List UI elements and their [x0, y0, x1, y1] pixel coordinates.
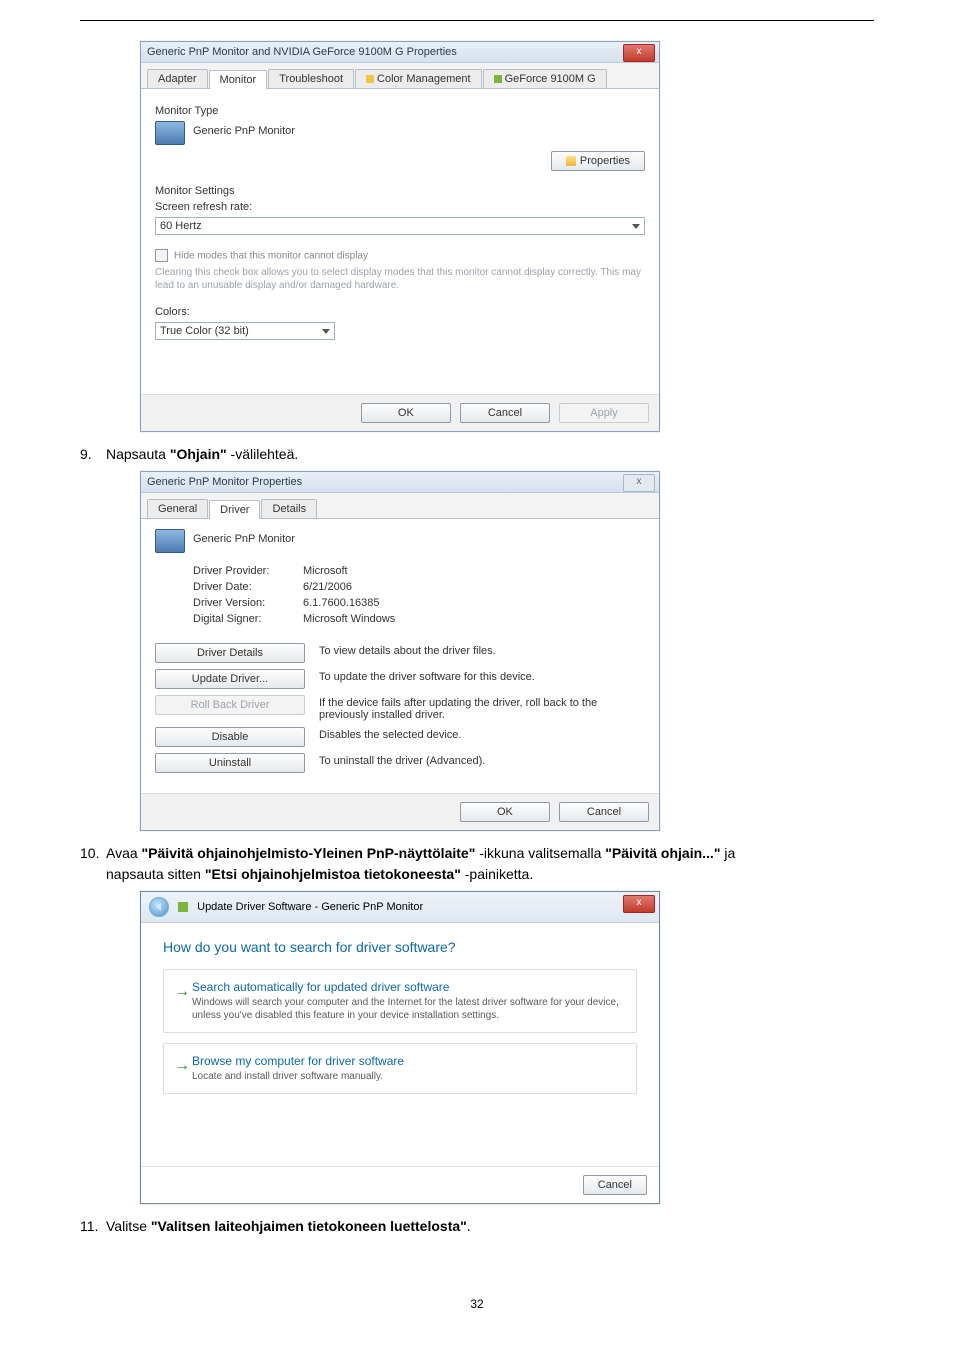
dialog-title: Generic PnP Monitor Properties	[147, 476, 302, 488]
chevron-down-icon	[322, 329, 330, 334]
colors-select[interactable]: True Color (32 bit)	[155, 322, 335, 340]
wizard-heading: How do you want to search for driver sof…	[163, 939, 637, 955]
cancel-button[interactable]: Cancel	[559, 802, 649, 822]
close-icon[interactable]: x	[623, 895, 655, 913]
arrow-icon: →	[174, 1057, 190, 1075]
close-icon[interactable]: x	[623, 474, 655, 492]
step-number: 9.	[80, 444, 106, 465]
cancel-button[interactable]: Cancel	[460, 403, 550, 423]
update-driver-wizard: Update Driver Software - Generic PnP Mon…	[140, 891, 660, 1204]
page-number: 32	[80, 1297, 874, 1311]
tab-details[interactable]: Details	[261, 499, 317, 518]
hide-modes-checkbox[interactable]	[155, 249, 168, 262]
tab-monitor[interactable]: Monitor	[209, 70, 268, 89]
tab-geforce[interactable]: GeForce 9100M G	[483, 69, 607, 88]
close-icon[interactable]: x	[623, 44, 655, 62]
dialog-title: Generic PnP Monitor and NVIDIA GeForce 9…	[147, 46, 457, 58]
refresh-rate-select[interactable]: 60 Hertz	[155, 217, 645, 235]
monitor-type-label: Monitor Type	[155, 105, 645, 117]
shield-icon	[566, 156, 576, 166]
chevron-down-icon	[632, 224, 640, 229]
wizard-titlebar: Update Driver Software - Generic PnP Mon…	[141, 892, 659, 923]
hide-modes-desc: Clearing this check box allows you to se…	[155, 266, 645, 292]
monitor-name: Generic PnP Monitor	[193, 529, 645, 545]
tab-color-management[interactable]: Color Management	[355, 69, 482, 88]
uninstall-button[interactable]: Uninstall	[155, 753, 305, 773]
option-search-automatically[interactable]: → Search automatically for updated drive…	[163, 969, 637, 1033]
disable-button[interactable]: Disable	[155, 727, 305, 747]
option-browse-computer[interactable]: → Browse my computer for driver software…	[163, 1043, 637, 1094]
tab-troubleshoot[interactable]: Troubleshoot	[268, 69, 354, 88]
apply-button[interactable]: Apply	[559, 403, 649, 423]
refresh-rate-label: Screen refresh rate:	[155, 201, 645, 213]
driver-properties-dialog: Generic PnP Monitor Properties x General…	[140, 471, 660, 831]
update-driver-button[interactable]: Update Driver...	[155, 669, 305, 689]
cancel-button[interactable]: Cancel	[583, 1175, 647, 1195]
arrow-icon: →	[174, 983, 190, 1001]
monitor-properties-dialog: Generic PnP Monitor and NVIDIA GeForce 9…	[140, 41, 660, 432]
dialog-titlebar: Generic PnP Monitor Properties x	[141, 472, 659, 493]
ok-button[interactable]: OK	[460, 802, 550, 822]
dialog-titlebar: Generic PnP Monitor and NVIDIA GeForce 9…	[141, 42, 659, 63]
colors-label: Colors:	[155, 306, 645, 318]
monitor-settings-label: Monitor Settings	[155, 185, 645, 197]
monitor-name: Generic PnP Monitor	[193, 121, 645, 137]
step-number: 11.	[80, 1216, 106, 1237]
hide-modes-label: Hide modes that this monitor cannot disp…	[174, 250, 368, 261]
wizard-title: Update Driver Software - Generic PnP Mon…	[197, 901, 423, 913]
driver-details-button[interactable]: Driver Details	[155, 643, 305, 663]
tab-adapter[interactable]: Adapter	[147, 69, 208, 88]
roll-back-driver-button[interactable]: Roll Back Driver	[155, 695, 305, 715]
ok-button[interactable]: OK	[361, 403, 451, 423]
back-icon[interactable]	[149, 897, 169, 917]
monitor-icon	[155, 529, 185, 553]
step-number: 10.	[80, 843, 106, 885]
tab-general[interactable]: General	[147, 499, 208, 518]
app-icon	[178, 902, 188, 912]
tab-driver[interactable]: Driver	[209, 500, 260, 519]
properties-button[interactable]: Properties	[551, 151, 645, 171]
monitor-icon	[155, 121, 185, 145]
